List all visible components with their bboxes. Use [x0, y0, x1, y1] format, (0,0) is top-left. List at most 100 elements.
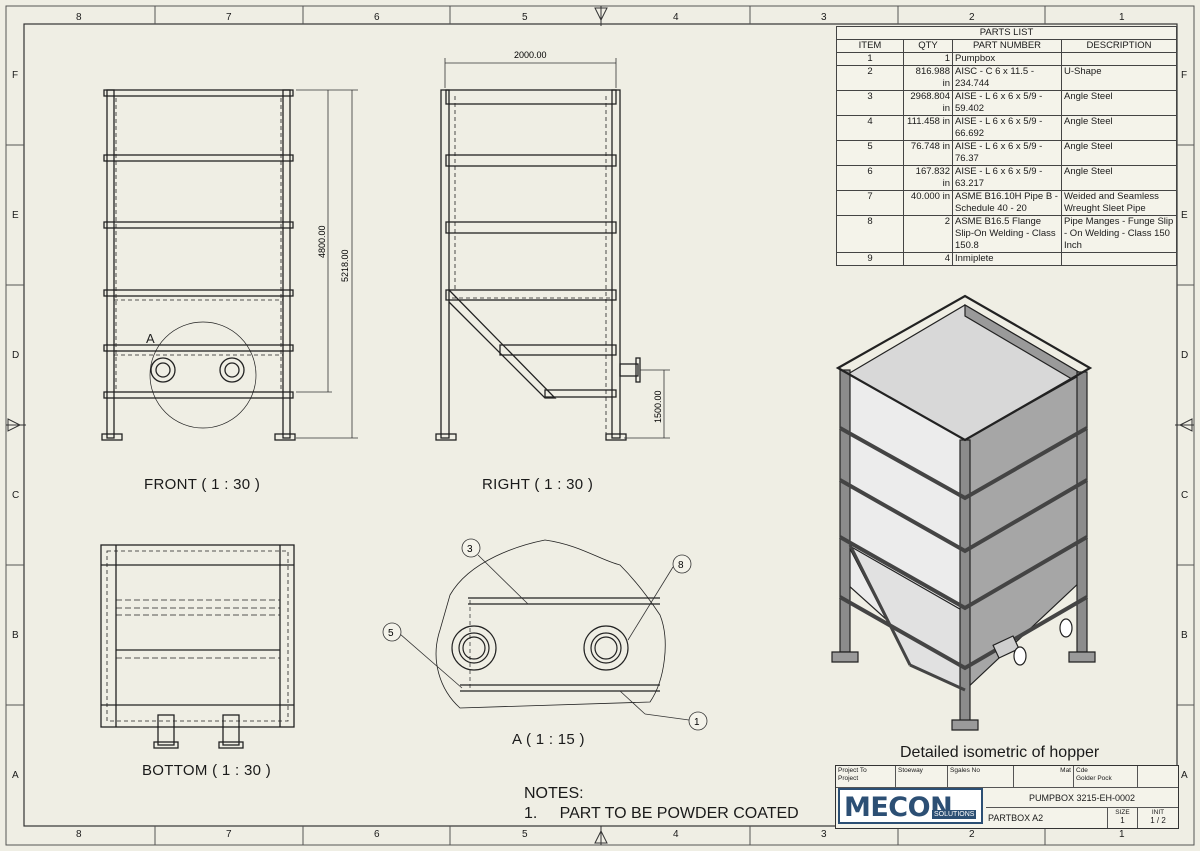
right-view-label: RIGHT ( 1 : 30 )	[482, 476, 594, 493]
zone-top-3: 3	[821, 12, 827, 23]
zone-top-4: 4	[673, 12, 679, 23]
dim-1500: 1500.00	[653, 390, 663, 423]
parts-cell-part-number: AISE - L 6 x 6 x 5/9 - 66.692	[952, 115, 1062, 141]
zone-left-F: F	[12, 70, 19, 81]
logo-sub-text: SOLUTIONS	[932, 810, 977, 819]
zone-bottom-6: 6	[374, 829, 380, 840]
parts-cell-item: 3	[836, 90, 904, 116]
tb-size-value: 1	[1120, 816, 1125, 825]
zone-left-E: E	[12, 210, 19, 221]
parts-cell-item: 2	[836, 65, 904, 91]
parts-cell-item: 1	[836, 52, 904, 66]
parts-cell-part-number: AISE - L 6 x 6 x 5/9 - 76.37	[952, 140, 1062, 166]
parts-cell-description: Pipe Manges - Funge Slip - On Welding - …	[1061, 215, 1177, 253]
parts-cell-qty: 167.832 in	[903, 165, 953, 191]
parts-cell-item: 7	[836, 190, 904, 216]
zone-left-B: B	[12, 630, 19, 641]
zone-bottom-4: 4	[673, 829, 679, 840]
parts-cell-description	[1061, 52, 1177, 66]
zone-top-2: 2	[969, 12, 975, 23]
parts-cell-item: 4	[836, 115, 904, 141]
parts-row: 1 1 Pumpbox	[836, 52, 1177, 66]
balloon-8: 8	[678, 560, 684, 571]
dim-2000: 2000.00	[514, 50, 547, 60]
tb-project-to: Project To	[838, 767, 867, 774]
parts-cell-part-number: Inmiplete	[952, 252, 1062, 266]
parts-header-qty: QTY	[903, 39, 953, 53]
detail-view-label: A ( 1 : 15 )	[512, 731, 585, 748]
parts-row: 2 816.988 in AISC - C 6 x 11.5 - 234.744 U-…	[836, 65, 1177, 91]
zone-top-8: 8	[76, 12, 82, 23]
zone-bottom-1: 1	[1119, 829, 1125, 840]
parts-cell-description: Angle Steel	[1061, 115, 1177, 141]
parts-cell-part-number: AISC - C 6 x 11.5 - 234.744	[952, 65, 1062, 91]
tb-project-cell: Project To Project	[836, 766, 896, 788]
mecon-logo: MECON SOLUTIONS	[838, 788, 983, 824]
detail-a-view	[435, 539, 666, 709]
parts-cell-part-number: Pumpbox	[952, 52, 1062, 66]
tb-cde: Cde	[1076, 767, 1088, 774]
parts-cell-qty: 816.988 in	[903, 65, 953, 91]
parts-cell-description: U-Shape	[1061, 65, 1177, 91]
parts-cell-description: Angle Steel	[1061, 90, 1177, 116]
isometric-view	[831, 294, 1096, 731]
parts-row: 4 111.458 in AISE - L 6 x 6 x 5/9 - 66.692…	[836, 115, 1177, 141]
zone-right-A: A	[1181, 770, 1188, 781]
parts-cell-part-number: AISE - L 6 x 6 x 5/9 - 63.217	[952, 165, 1062, 191]
tb-sheet-cell: INIT 1 / 2	[1138, 808, 1178, 828]
parts-cell-item: 6	[836, 165, 904, 191]
detail-marker-text: A	[146, 331, 155, 346]
parts-cell-description: Weided and Seamless Wreught Sleet Pipe	[1061, 190, 1177, 216]
tb-drawing-number: PUMPBOX 3215-EH-0002	[986, 788, 1178, 808]
bottom-view	[100, 544, 295, 749]
bottom-view-label: BOTTOM ( 1 : 30 )	[142, 762, 272, 779]
tb-scales: Sgales No	[948, 766, 1014, 788]
parts-cell-item: 5	[836, 140, 904, 166]
note-1: 1. PART TO BE POWDER COATED	[524, 804, 799, 824]
tb-sheet-value: 1 / 2	[1150, 816, 1166, 825]
parts-cell-part-number: ASME B16.10H Pipe B - Schedule 40 - 20	[952, 190, 1062, 216]
front-view-label: FRONT ( 1 : 30 )	[144, 476, 261, 493]
parts-cell-qty: 2	[903, 215, 953, 253]
zone-bottom-3: 3	[821, 829, 827, 840]
parts-row: 3 2968.804 in AISE - L 6 x 6 x 5/9 - 59.40…	[836, 90, 1177, 116]
parts-cell-qty: 76.748 in	[903, 140, 953, 166]
parts-cell-description: Angle Steel	[1061, 165, 1177, 191]
parts-row: 9 4 Inmiplete	[836, 252, 1177, 266]
tb-drawn: Stoeway	[896, 766, 948, 788]
drawing-sheet: A 4800.00 5218.00 2000.00 1500.00 3 8 5 …	[0, 0, 1200, 851]
front-view	[101, 89, 296, 441]
tb-size-cell: SIZE 1	[1108, 808, 1138, 828]
isometric-caption: Detailed isometric of hopper	[900, 744, 1100, 761]
zone-bottom-7: 7	[226, 829, 232, 840]
tb-blank	[1138, 766, 1178, 788]
parts-row: 6 167.832 in AISE - L 6 x 6 x 5/9 - 63.217…	[836, 165, 1177, 191]
zone-top-7: 7	[226, 12, 232, 23]
parts-cell-qty: 2968.804 in	[903, 90, 953, 116]
note-1-text: PART TO BE POWDER COATED	[559, 805, 799, 822]
note-1-number: 1.	[524, 805, 538, 822]
zone-right-F: F	[1181, 70, 1188, 81]
zone-right-E: E	[1181, 210, 1188, 221]
parts-row: 8 2 ASME B16.5 Flange Slip-On Welding - Cl…	[836, 215, 1177, 253]
parts-cell-qty: 1	[903, 52, 953, 66]
dim-4800: 4800.00	[317, 225, 327, 258]
zone-bottom-5: 5	[522, 829, 528, 840]
zone-right-C: C	[1181, 490, 1189, 501]
parts-cell-qty: 40.000 in	[903, 190, 953, 216]
zone-top-6: 6	[374, 12, 380, 23]
parts-cell-qty: 4	[903, 252, 953, 266]
parts-cell-part-number: ASME B16.5 Flange Slip-On Welding - Clas…	[952, 215, 1062, 253]
parts-list-title: PARTS LIST	[836, 26, 1177, 40]
dim-5218: 5218.00	[340, 249, 350, 282]
tb-cde-cell: Cde Golder Pock	[1074, 766, 1138, 788]
notes-block: NOTES: 1. PART TO BE POWDER COATED	[524, 784, 799, 824]
parts-header-part-number: PART NUMBER	[952, 39, 1062, 53]
zone-right-D: D	[1181, 350, 1189, 361]
detail-balloons	[382, 538, 708, 731]
zone-bottom-8: 8	[76, 829, 82, 840]
parts-list-table: PARTS LIST ITEM QTY PART NUMBER DESCRIPT…	[836, 26, 1177, 266]
parts-cell-part-number: AISE - L 6 x 6 x 5/9 - 59.402	[952, 90, 1062, 116]
tb-golder: Golder Pock	[1076, 775, 1112, 782]
balloon-3: 3	[467, 544, 473, 555]
